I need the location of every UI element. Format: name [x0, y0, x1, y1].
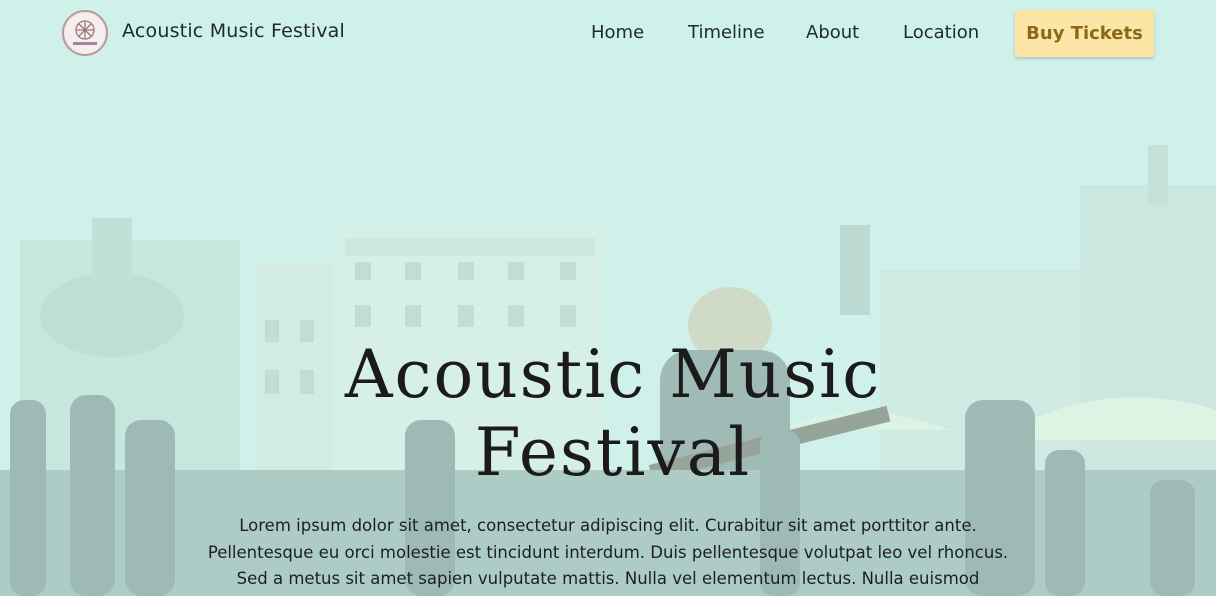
hero-title-line1: Acoustic Music — [344, 336, 882, 413]
nav-link-home[interactable]: Home — [591, 22, 644, 43]
hero-overlay — [0, 0, 1216, 596]
hero-title: Acoustic Music Festival — [258, 336, 968, 492]
brand-name[interactable]: Acoustic Music Festival — [122, 20, 345, 42]
nav-link-timeline[interactable]: Timeline — [688, 22, 765, 43]
nav-link-location[interactable]: Location — [903, 22, 979, 43]
festival-logo-icon[interactable] — [62, 10, 108, 56]
hero-description-line3: Sed a metus sit amet sapien vulputate ma… — [236, 569, 980, 588]
nav-link-about[interactable]: About — [806, 22, 859, 43]
navbar: Acoustic Music Festival Home Timeline Ab… — [0, 0, 1216, 66]
hero-description-line1: Lorem ipsum dolor sit amet, consectetur … — [239, 516, 977, 535]
hero-title-line2: Festival — [474, 414, 752, 491]
hero-description: Lorem ipsum dolor sit amet, consectetur … — [188, 513, 1028, 593]
hero-description-line2: Pellentesque eu orci molestie est tincid… — [207, 542, 1009, 562]
buy-tickets-button[interactable]: Buy Tickets — [1015, 10, 1154, 57]
buy-tickets-label: Buy Tickets — [1026, 23, 1143, 44]
